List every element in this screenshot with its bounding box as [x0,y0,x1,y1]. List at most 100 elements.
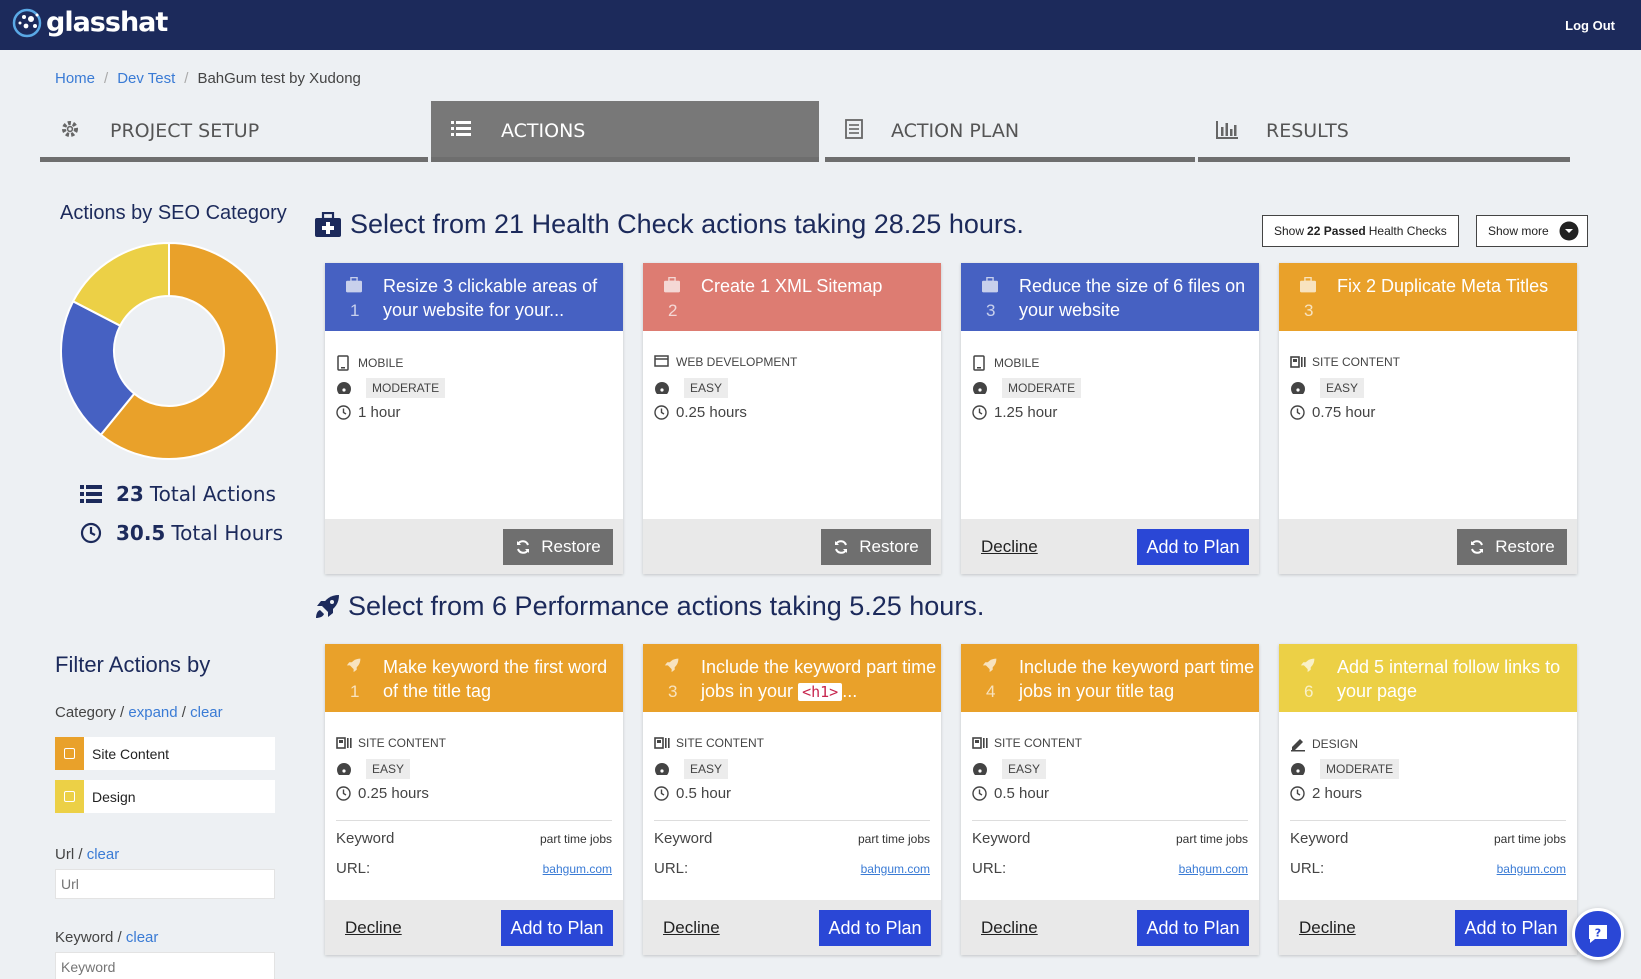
decline-button[interactable]: Decline [1299,918,1356,938]
category-clear-link[interactable]: clear [190,704,223,721]
url-link[interactable]: bahgum.com [1497,862,1566,876]
card-title: Include the keyword part time jobs in yo… [1019,657,1255,701]
hours-value: 0.5 hour [994,785,1050,802]
show-more-label: Show more [1488,224,1549,238]
difficulty-badge: EASY [366,759,411,779]
content-icon [336,737,352,749]
card-title: Create 1 XML Sitemap [701,276,883,296]
performance-card[interactable]: 1 Make keyword the first word of the tit… [325,644,623,955]
category-filter-label: Category / expand / clear [55,704,223,721]
decline-button[interactable]: Decline [981,537,1038,557]
tab-actions[interactable]: ACTIONS [431,101,819,162]
card-title-code: <h1> [798,683,843,701]
decline-button[interactable]: Decline [981,918,1038,938]
clock-icon [972,405,988,420]
card-header: 2 Create 1 XML Sitemap [643,263,941,331]
health-check-card[interactable]: 2 Create 1 XML Sitemap WEB DEVELOPMENT E… [643,263,941,574]
refresh-icon [1471,540,1484,554]
total-actions-label: Total Actions [149,482,276,506]
tab-action-plan[interactable]: ACTION PLAN [825,101,1195,162]
card-footer: Restore [1279,519,1577,574]
card-footer: Decline Add to Plan [961,900,1259,955]
add-to-plan-button[interactable]: Add to Plan [819,910,931,946]
show-more-button[interactable]: Show more [1476,215,1588,247]
clock-icon [336,786,352,801]
add-to-plan-button[interactable]: Add to Plan [1455,910,1567,946]
card-header: 4 Include the keyword part time jobs in … [961,644,1259,712]
url-label: URL: [1290,860,1325,877]
section-title-text: Select from 6 Performance actions taking… [348,591,985,621]
category-expand-link[interactable]: expand [128,704,177,721]
card-difficulty: EASY [336,759,411,779]
refresh-icon [517,540,530,554]
category-option-site-content[interactable]: Site Content [55,737,275,770]
total-hours-value: 30.5 [116,521,166,545]
show-passed-health-checks-button[interactable]: Show 22 Passed Health Checks [1262,215,1459,247]
rocket-icon [1300,658,1315,673]
add-to-plan-button[interactable]: Add to Plan [1137,910,1249,946]
card-number: 4 [986,682,996,701]
top-bar: glasshat Log Out [0,0,1641,50]
card-difficulty: MODERATE [336,378,446,398]
tab-results[interactable]: RESULTS [1198,101,1570,162]
tab-label: ACTIONS [501,120,586,142]
add-to-plan-button[interactable]: Add to Plan [1137,529,1249,565]
help-chat-button[interactable]: ? [1572,908,1624,960]
keyword-clear-link[interactable]: clear [126,929,159,946]
hours-value: 1.25 hour [994,404,1058,421]
total-hours-label: Total Hours [171,521,284,545]
health-check-card[interactable]: 3 Reduce the size of 6 files on your web… [961,263,1259,574]
url-link[interactable]: bahgum.com [861,862,930,876]
difficulty-badge: EASY [1320,378,1365,398]
content-icon [1290,356,1306,368]
clock-icon [972,786,988,801]
tab-label: ACTION PLAN [891,120,1020,142]
gear-icon [62,121,78,137]
keyword-value: part time jobs [1175,831,1248,846]
url-row: URL: bahgum.com [1290,860,1566,877]
restore-label: Restore [859,537,919,556]
restore-button[interactable]: Restore [821,529,931,565]
card-hours: 1.25 hour [972,404,1057,421]
restore-button[interactable]: Restore [1457,529,1567,565]
performance-card[interactable]: 4 Include the keyword part time jobs in … [961,644,1259,955]
list-icon [451,121,471,136]
card-title-ellipsis: ... [842,681,858,701]
card-header: 1 Resize 3 clickable areas of your websi… [325,263,623,331]
breadcrumb-home[interactable]: Home [55,70,95,87]
card-category-label: MOBILE [358,356,404,370]
card-title: Resize 3 clickable areas of your website… [383,276,598,320]
category-option-design[interactable]: Design [55,780,275,813]
card-category: DESIGN [1290,736,1358,752]
add-to-plan-button[interactable]: Add to Plan [501,910,613,946]
content-icon [654,737,670,749]
health-check-card[interactable]: 1 Resize 3 clickable areas of your websi… [325,263,623,574]
url-link[interactable]: bahgum.com [543,862,612,876]
health-check-card[interactable]: 3 Fix 2 Duplicate Meta Titles SITE CONTE… [1279,263,1577,574]
dashboard-icon [654,381,670,395]
url-label: URL: [654,860,689,877]
performance-card[interactable]: 3 Include the keyword part time jobs in … [643,644,941,955]
filter-title: Filter Actions by [55,652,211,677]
card-footer: Decline Add to Plan [1279,900,1577,955]
clock-icon [1290,786,1306,801]
url-clear-link[interactable]: clear [87,846,120,863]
tab-project-setup[interactable]: PROJECT SETUP [40,101,428,162]
restore-label: Restore [541,537,601,556]
glasshat-logo[interactable]: glasshat [10,6,168,38]
clock-icon [654,405,670,420]
card-category-label: SITE CONTENT [676,736,765,750]
url-link[interactable]: bahgum.com [1179,862,1248,876]
performance-card[interactable]: 6 Add 5 internal follow links to your pa… [1279,644,1577,955]
restore-button[interactable]: Restore [503,529,613,565]
dashboard-icon [1290,381,1306,395]
keyword-filter-input[interactable] [55,952,275,979]
url-filter-input[interactable] [55,869,275,899]
breadcrumb-current: BahGum test by Xudong [197,70,361,87]
difficulty-badge: EASY [684,378,729,398]
hours-value: 2 hours [1312,785,1363,802]
decline-button[interactable]: Decline [345,918,402,938]
decline-button[interactable]: Decline [663,918,720,938]
breadcrumb-dev-test[interactable]: Dev Test [117,70,175,87]
logout-button[interactable]: Log Out [1565,18,1615,33]
